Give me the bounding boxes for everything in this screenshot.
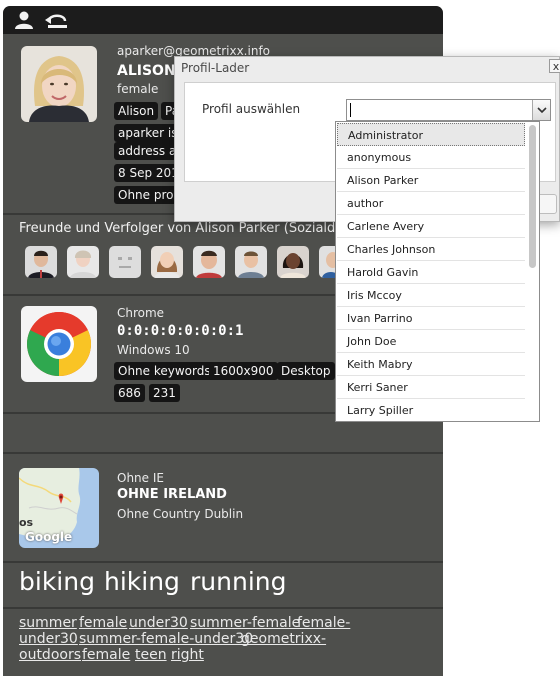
friend-avatar[interactable] (193, 246, 225, 278)
dropdown-option[interactable]: Harold Gavin (337, 261, 525, 284)
segment-link[interactable]: under30 (19, 631, 78, 647)
browser-name: Chrome (117, 306, 165, 320)
segment-link[interactable]: geometrixx- (241, 631, 326, 647)
screen: aparker@geometrixx.info ALISON female Al… (0, 0, 560, 676)
segment-link[interactable]: right (171, 647, 204, 663)
geo-region: Ohne IE (117, 471, 164, 485)
window-width-badge: 686 (114, 384, 145, 402)
chrome-logo-icon (21, 306, 97, 382)
dropdown-option[interactable]: author (337, 192, 525, 215)
dropdown-option[interactable]: Keith Mabry (337, 353, 525, 376)
dropdown-scrollbar[interactable] (529, 125, 536, 268)
close-icon[interactable]: x (549, 59, 560, 73)
geo-city: Ohne Country Dublin (117, 507, 244, 521)
dropdown-option[interactable]: anonymous (337, 146, 525, 169)
dropdown-option[interactable]: Ivan Parrino (337, 307, 525, 330)
dropdown-option[interactable]: Charles Johnson (337, 238, 525, 261)
segment-link[interactable]: summer-female (190, 615, 300, 631)
user-icon[interactable] (13, 10, 35, 30)
friend-avatar[interactable] (67, 246, 99, 278)
friend-avatar[interactable] (151, 246, 183, 278)
divider (3, 607, 443, 609)
profile-photo (21, 46, 97, 122)
segment-link[interactable]: teen (135, 647, 167, 663)
interest-tag[interactable]: running (190, 567, 286, 596)
profile-combobox[interactable] (346, 99, 551, 121)
segment-link[interactable]: female (82, 647, 130, 663)
resolution-badge: 1600x900 (209, 362, 278, 380)
segment-link[interactable]: summer (19, 615, 77, 631)
friend-avatar[interactable] (277, 246, 309, 278)
dropdown-button[interactable] (532, 100, 550, 120)
text-caret (350, 103, 351, 117)
keywords-badge: Ohne keywords (114, 362, 215, 380)
profile-first-name-badge: Alison (114, 102, 159, 120)
profile-gender: female (117, 82, 159, 96)
friend-avatar-placeholder[interactable] (109, 246, 141, 278)
segment-link[interactable]: outdoors (19, 647, 81, 663)
friend-avatar[interactable] (25, 246, 57, 278)
interest-tag[interactable]: biking (19, 567, 95, 596)
dialog-title: Profil-Lader (181, 61, 250, 75)
logout-icon[interactable] (45, 10, 67, 30)
chevron-down-icon (537, 107, 547, 114)
dropdown-option[interactable]: Iris Mccoy (337, 284, 525, 307)
profile-dropdown-list[interactable]: Administrator anonymous Alison Parker autho… (335, 121, 540, 422)
dropdown-option[interactable]: Administrator (337, 123, 525, 146)
browser-os: Windows 10 (117, 343, 190, 357)
social-title: Freunde und Verfolger von Alison Parker … (19, 221, 356, 236)
google-logo: Google (25, 530, 73, 544)
dropdown-option[interactable]: Kerri Saner (337, 376, 525, 399)
geo-country: OHNE IRELAND (117, 487, 227, 502)
segment-link[interactable]: under30 (129, 615, 188, 631)
dropdown-option[interactable]: Carlene Avery (337, 215, 525, 238)
segment-link[interactable]: female- (297, 615, 350, 631)
divider (3, 452, 443, 454)
friend-avatar[interactable] (235, 246, 267, 278)
segment-link[interactable]: summer-female-under30 (79, 631, 253, 647)
dialog-button-partial[interactable] (537, 194, 557, 214)
map-label: os (19, 516, 34, 529)
dropdown-option[interactable]: Larry Spiller (337, 399, 525, 421)
dropdown-option[interactable]: Alison Parker (337, 169, 525, 192)
contexthub-toolbar (3, 6, 443, 34)
dropdown-option[interactable]: John Doe (337, 330, 525, 353)
location-map[interactable]: os Google (19, 468, 99, 548)
profile-name: ALISON (117, 63, 176, 79)
segment-link[interactable]: female (79, 615, 127, 631)
device-badge: Desktop (277, 362, 335, 380)
profile-select-label: Profil auswählen (202, 102, 301, 116)
divider (3, 561, 443, 563)
window-height-badge: 231 (149, 384, 180, 402)
interest-tag[interactable]: hiking (104, 567, 180, 596)
browser-ip: 0:0:0:0:0:0:0:1 (117, 323, 244, 339)
